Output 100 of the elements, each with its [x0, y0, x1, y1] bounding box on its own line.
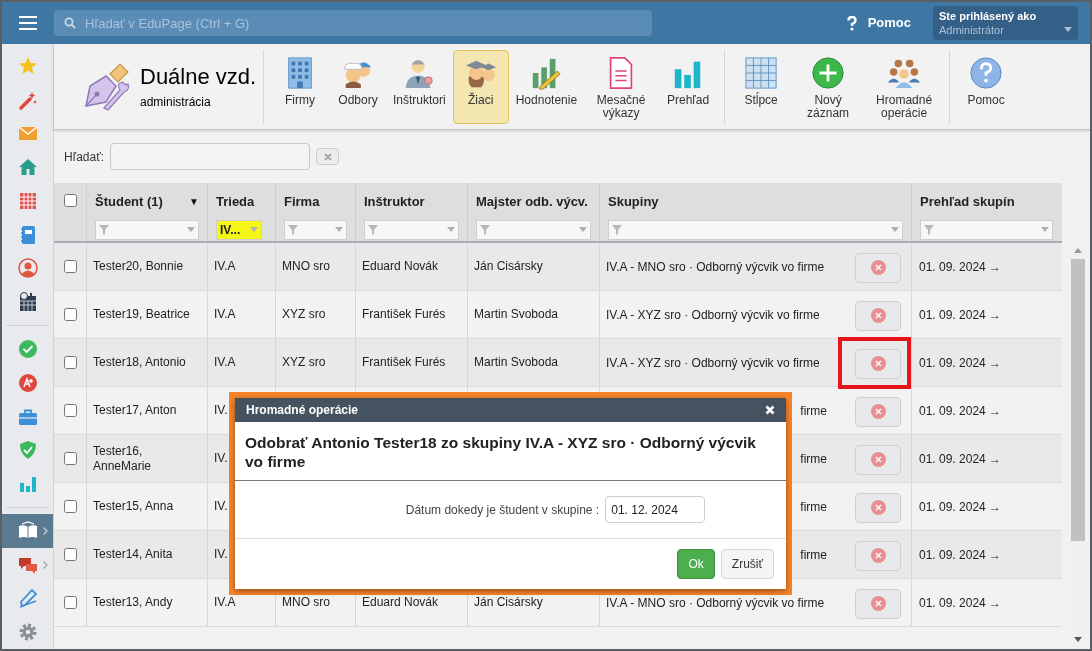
table-columns-icon [744, 55, 779, 90]
column-header[interactable]: Prehľad skupín [920, 192, 1015, 212]
user-icon [17, 258, 38, 279]
remove-button[interactable] [855, 444, 901, 475]
table-cell-text: IV.A - MNO sro · Odborný výcvik vo firme [606, 594, 826, 612]
remove-button[interactable] [855, 540, 901, 571]
row-checkbox[interactable] [63, 500, 77, 513]
plus-circle-icon [811, 55, 846, 90]
module-subtitle: administrácia [140, 93, 212, 111]
row-checkbox[interactable] [63, 308, 77, 321]
remove-icon [870, 596, 886, 611]
clear-button[interactable] [316, 148, 340, 165]
table-cell-text: 01. 09. 2024 → [919, 354, 1002, 372]
caret-icon [250, 227, 258, 232]
table-cell: IV.A [214, 259, 236, 274]
table-cell: František Furés [362, 355, 446, 370]
toolbar-button[interactable]: Hodnotenie [510, 49, 583, 124]
filter-dropdown[interactable] [364, 219, 459, 240]
toolbar-button[interactable]: Hromadné operácie [867, 49, 942, 124]
field-label: Dátum dokedy je študent v skupine : [405, 501, 600, 519]
column-header[interactable]: Študent (1) [95, 192, 163, 212]
toolbar-button[interactable]: Firmy [272, 49, 328, 124]
table-cell: František Furés [362, 307, 446, 322]
table-cell: Martin Svoboda [474, 355, 559, 370]
search-icon [64, 17, 76, 29]
search-input[interactable] [110, 143, 311, 170]
shield-icon [17, 440, 38, 461]
table-cell: IV.A [214, 355, 236, 370]
cancel-button[interactable]: Zrušiť [720, 549, 774, 579]
sort-indicator[interactable]: ▼ [189, 194, 199, 210]
home-icon [17, 157, 38, 178]
dialog-heading: Odobrať Antonio Tester18 zo skupiny IV.A - XYZ sro · Odborný výcvik vo firme [245, 433, 757, 471]
filter-icon [288, 224, 298, 235]
toolbar-button[interactable]: Mesačné výkazy [584, 49, 659, 124]
column-header[interactable]: Skupiny [608, 192, 659, 212]
toolbar-button[interactable]: Odbory [330, 49, 386, 124]
toolbar-button[interactable]: Žiaci [452, 49, 509, 124]
row-checkbox[interactable] [63, 404, 77, 417]
remove-button[interactable] [855, 396, 901, 427]
filter-dropdown[interactable] [920, 219, 1053, 240]
help-icon [845, 15, 858, 31]
table-cell-text: Tester16, AnneMarie [93, 443, 153, 474]
toolbar-button[interactable]: Stĺpce [733, 49, 790, 124]
search-field[interactable]: Hľadať v EduPage (Ctrl + G) [54, 10, 652, 36]
close-icon [323, 152, 332, 161]
column-header[interactable]: Firma [284, 192, 320, 212]
filter-dropdown[interactable] [284, 219, 347, 240]
select-all-checkbox[interactable] [63, 194, 77, 207]
filter-icon [99, 224, 109, 235]
remove-button[interactable] [855, 252, 901, 283]
filter-icon [612, 224, 622, 235]
caret-icon [187, 227, 195, 232]
chevron-icon [43, 526, 48, 535]
toolbar-button[interactable]: Prehľad [660, 49, 717, 124]
menu-icon [18, 15, 38, 31]
row-checkbox[interactable] [63, 356, 77, 369]
remove-button[interactable] [855, 348, 901, 379]
toolbar-button[interactable]: Inštruktori [388, 49, 451, 124]
sidebar-item[interactable] [2, 513, 53, 548]
row-checkbox[interactable] [63, 548, 77, 561]
row-checkbox[interactable] [63, 260, 77, 273]
close-button[interactable] [765, 405, 775, 415]
date-field[interactable]: 01. 12. 2024 [605, 496, 706, 523]
user-menu[interactable]: Ste prihlásený ako Administrátor [933, 6, 1078, 40]
table-cell: Eduard Novák [362, 259, 439, 274]
table-cell-text: firme [800, 498, 827, 516]
column-header[interactable]: Inštruktor [364, 192, 425, 212]
table-cell: Ján Cisársky [474, 595, 543, 610]
star-icon [17, 55, 38, 76]
toolbar-button[interactable]: Nový záznam [791, 49, 866, 124]
table-cell: Ján Cisársky [474, 259, 543, 274]
module-title: Duálne vzd. [140, 62, 257, 91]
table-cell-text: IV.A - XYZ sro · Odborný výcvik vo firme [606, 354, 821, 372]
filter-dropdown[interactable] [95, 219, 199, 240]
help-link[interactable]: Pomoc [845, 13, 911, 33]
column-header[interactable]: Majster odb. výcv. [476, 192, 588, 212]
caret-icon [335, 227, 343, 232]
toolbar-button[interactable]: Pomoc [958, 49, 1015, 124]
remove-icon [870, 548, 886, 563]
check-circle-icon [17, 339, 38, 359]
filter-dropdown[interactable] [608, 219, 903, 240]
row-checkbox[interactable] [63, 596, 77, 609]
remove-button[interactable] [855, 300, 901, 331]
column-header[interactable]: Trieda [216, 192, 255, 212]
table-cell: Tester14, Anita [93, 547, 173, 562]
filter-dropdown[interactable] [476, 219, 591, 240]
caret-icon [1041, 227, 1049, 232]
table-cell-text: 01. 09. 2024 → [919, 306, 1002, 324]
filter-icon [924, 224, 934, 235]
row-checkbox[interactable] [63, 452, 77, 465]
filter-dropdown[interactable]: IV... [216, 219, 262, 240]
table-cell: Martin Svoboda [474, 307, 559, 322]
table-cell-text: IV.A - XYZ sro · Odborný výcvik vo firme [606, 306, 821, 324]
remove-button[interactable] [855, 492, 901, 523]
remove-button[interactable] [855, 588, 901, 619]
bar-chart-icon [17, 474, 38, 495]
table-cell-text: 01. 09. 2024 → [919, 402, 1002, 420]
table-cell-text: firme [800, 450, 827, 468]
table-cell: Tester17, Anton [93, 403, 177, 418]
caret-icon [579, 227, 587, 232]
